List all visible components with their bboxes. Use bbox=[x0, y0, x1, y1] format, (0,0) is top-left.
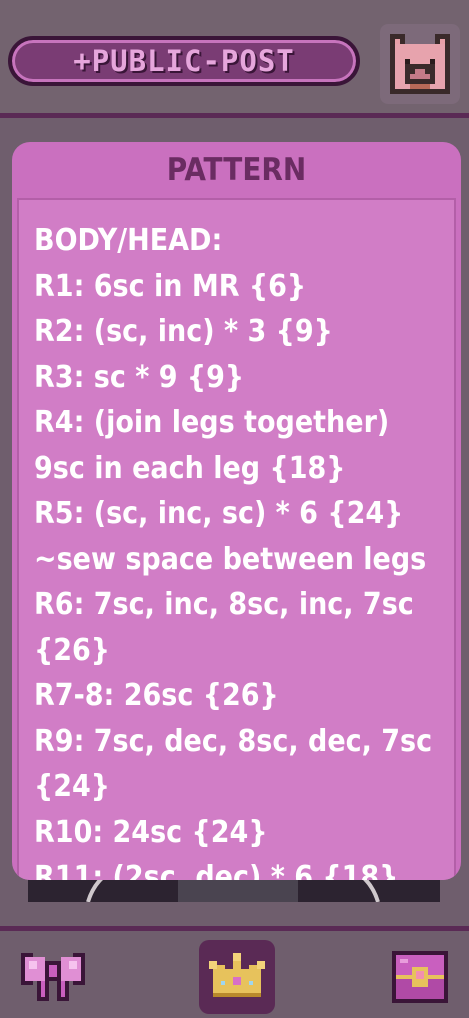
pattern-line: R1: 6sc in MR {6} bbox=[34, 268, 307, 304]
treasure-chest-icon bbox=[388, 947, 452, 1007]
panel-title: PATTERN bbox=[166, 152, 307, 188]
nav-divider bbox=[0, 926, 469, 931]
pattern-line: R5: (sc, inc, sc) * 6 {24} bbox=[34, 496, 404, 531]
pattern-line: R3: sc * 9 {9} bbox=[34, 359, 245, 395]
pattern-line: {26} bbox=[34, 632, 110, 668]
app-header: +PUBLIC-POST bbox=[0, 0, 469, 118]
public-post-label: +PUBLIC-POST bbox=[73, 44, 295, 78]
crown-icon bbox=[209, 953, 265, 1001]
public-post-button[interactable]: +PUBLIC-POST bbox=[8, 36, 360, 86]
pattern-line: R2: (sc, inc) * 3 {9} bbox=[34, 314, 333, 349]
nav-chest-button[interactable] bbox=[385, 942, 455, 1012]
pattern-line: {24} bbox=[34, 769, 110, 804]
pattern-line: R11: (2sc, dec) * 6 {18} bbox=[34, 860, 399, 880]
pattern-scroll-area[interactable]: BODY/HEAD: R1: 6sc in MR {6} R2: (sc, in… bbox=[17, 198, 456, 880]
nav-bow-button[interactable] bbox=[18, 942, 88, 1012]
pig-icon[interactable] bbox=[380, 24, 460, 104]
pattern-line: R10: 24sc {24} bbox=[34, 814, 268, 850]
pattern-text: BODY/HEAD: R1: 6sc in MR {6} R2: (sc, in… bbox=[34, 218, 454, 880]
bow-icon bbox=[21, 949, 85, 1005]
pattern-line: 9sc in each leg {18} bbox=[34, 450, 346, 486]
nav-crown-button[interactable] bbox=[199, 940, 275, 1014]
pattern-line: R4: (join legs together) bbox=[34, 405, 390, 440]
pattern-line: R6: 7sc, inc, 8sc, inc, 7sc bbox=[34, 587, 414, 622]
header-divider bbox=[0, 113, 469, 118]
pattern-line: BODY/HEAD: bbox=[34, 223, 223, 258]
pattern-panel: PATTERN BODY/HEAD: R1: 6sc in MR {6} R2:… bbox=[12, 142, 461, 880]
pattern-line: R7-8: 26sc {26} bbox=[34, 678, 279, 713]
pattern-line: R9: 7sc, dec, 8sc, dec, 7sc bbox=[34, 723, 433, 759]
pattern-line: ~sew space between legs bbox=[34, 541, 427, 577]
